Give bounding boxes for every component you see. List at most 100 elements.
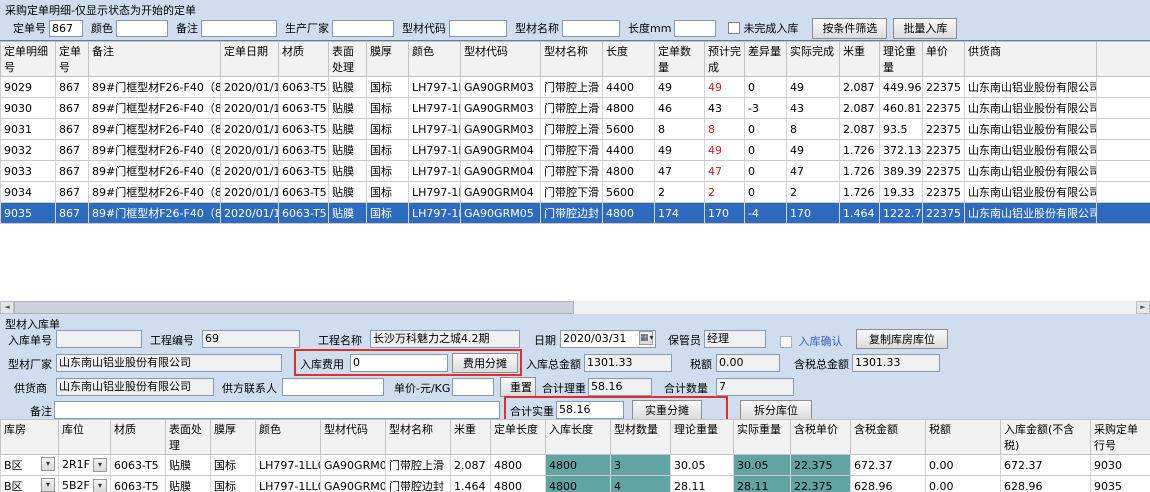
order-col-header[interactable]: 理论重量 bbox=[880, 42, 923, 77]
inbound-col-header[interactable]: 采购定单行号 bbox=[1091, 420, 1150, 455]
inbound-col-header[interactable]: 含税金额 bbox=[851, 420, 926, 455]
order-col-header[interactable]: 定单明细号 bbox=[1, 42, 56, 77]
form-field-note[interactable] bbox=[54, 401, 500, 419]
inbound-col-header[interactable]: 税额 bbox=[926, 420, 1001, 455]
order-col-header[interactable]: 型材名称 bbox=[541, 42, 603, 77]
filter-by-condition-button[interactable]: 按条件筛选 bbox=[812, 18, 887, 39]
inbound-col-header[interactable]: 膜厚 bbox=[211, 420, 256, 455]
cell: 47 bbox=[705, 161, 745, 182]
filter-input-profile_name[interactable] bbox=[562, 20, 620, 37]
cell: 山东南山铝业股份有限公司 bbox=[965, 119, 1097, 140]
order-col-header[interactable]: 供货商 bbox=[965, 42, 1097, 77]
cell[interactable]: ▾B区 bbox=[1, 455, 59, 476]
cell[interactable]: ▾5B2F bbox=[59, 476, 111, 492]
filter-input-length[interactable] bbox=[674, 20, 716, 37]
order-row-9035[interactable]: 903586789#门框型材F26-F40（866+867）2020/01/13… bbox=[1, 203, 1150, 224]
warehouse-dropdown-icon[interactable]: ▾ bbox=[41, 457, 55, 471]
order-col-header[interactable]: 型材代码 bbox=[461, 42, 541, 77]
inbound-row-9030[interactable]: ▾B区▾2R1F6063-T5贴膜国标LH797-1LL0GA90GRM03门带… bbox=[1, 455, 1150, 476]
inbound-col-header[interactable]: 入库金额(不含税) bbox=[1001, 420, 1091, 455]
inbound-col-header[interactable]: 型材名称 bbox=[386, 420, 451, 455]
order-col-header[interactable]: 备注 bbox=[89, 42, 221, 77]
filter-input-profile_code[interactable] bbox=[449, 20, 507, 37]
split-button[interactable]: 拆分库位 bbox=[740, 400, 812, 420]
order-row-9032[interactable]: 903286789#门框型材F26-F40（866+867）2020/01/13… bbox=[1, 140, 1150, 161]
cell: 89#门框型材F26-F40（866+867） bbox=[89, 119, 221, 140]
form-field-supplier[interactable]: 山东南山铝业股份有限公司 bbox=[56, 378, 214, 396]
form-field-project_name[interactable]: 长沙万科魅力之城4.2期 bbox=[370, 330, 520, 348]
filter-input-remark[interactable] bbox=[201, 20, 277, 37]
order-row-9034[interactable]: 903486789#门框型材F26-F40（866+867）2020/01/13… bbox=[1, 182, 1150, 203]
reset-button[interactable]: 重置 bbox=[500, 377, 536, 397]
unfinished-checkbox[interactable] bbox=[728, 22, 740, 34]
inbound-col-header[interactable]: 库位 bbox=[59, 420, 111, 455]
scroll-right-icon[interactable]: ► bbox=[1136, 301, 1150, 314]
order-col-header[interactable]: 长度 bbox=[603, 42, 655, 77]
horizontal-scrollbar[interactable]: ◄ ► bbox=[0, 301, 1150, 314]
order-col-header[interactable]: 颜色 bbox=[409, 42, 461, 77]
order-row-9029[interactable]: 902986789#门框型材F26-F40（866+867）2020/01/13… bbox=[1, 77, 1150, 98]
scroll-left-icon[interactable]: ◄ bbox=[0, 301, 14, 314]
cell: 867 bbox=[56, 182, 89, 203]
scrollbar-thumb[interactable] bbox=[14, 301, 574, 314]
filter-input-color[interactable] bbox=[116, 20, 168, 37]
order-col-header[interactable]: 差异量 bbox=[745, 42, 787, 77]
form-field-unit_price[interactable] bbox=[452, 378, 494, 396]
order-row-9030[interactable]: 903086789#门框型材F26-F40（866+867）2020/01/13… bbox=[1, 98, 1150, 119]
batch-inbound-button[interactable]: 批量入库 bbox=[893, 18, 957, 39]
inbound-col-header[interactable]: 材质 bbox=[111, 420, 166, 455]
form-field-total_amount[interactable]: 1301.33 bbox=[584, 354, 672, 372]
filter-input-manufacturer[interactable] bbox=[332, 20, 394, 37]
form-field-date[interactable]: ▦▾2020/03/31 bbox=[560, 330, 656, 348]
inbound-col-header[interactable]: 颜色 bbox=[256, 420, 321, 455]
form-field-total_with_tax[interactable]: 1301.33 bbox=[852, 354, 940, 372]
form-field-keeper[interactable]: 经理 bbox=[704, 330, 766, 348]
form-field-total_theory[interactable]: 58.16 bbox=[588, 378, 652, 396]
inbound-col-header[interactable]: 实际重量 bbox=[734, 420, 791, 455]
order-col-header[interactable]: 材质 bbox=[279, 42, 329, 77]
filter-input-order_no[interactable] bbox=[49, 20, 83, 37]
inbound-row-9035[interactable]: ▾B区▾5B2F6063-T5贴膜国标LH797-1LL0GA90GRM05门带… bbox=[1, 476, 1150, 492]
order-col-header[interactable]: 单价 bbox=[923, 42, 965, 77]
location-dropdown-icon[interactable]: ▾ bbox=[93, 458, 107, 472]
form-field-project_no[interactable]: 69 bbox=[202, 330, 300, 348]
inbound-col-header[interactable]: 表面处理 bbox=[166, 420, 211, 455]
form-field-contact[interactable] bbox=[282, 378, 384, 396]
cell[interactable]: ▾2R1F bbox=[59, 455, 111, 476]
order-col-header[interactable]: 定单数量 bbox=[655, 42, 705, 77]
inbound-col-header[interactable]: 库房 bbox=[1, 420, 59, 455]
form-field-total_actual[interactable]: 58.16 bbox=[556, 401, 624, 419]
order-col-header[interactable]: 米重 bbox=[840, 42, 880, 77]
inbound-col-header[interactable]: 理论重量 bbox=[671, 420, 734, 455]
inbound-col-header[interactable]: 入库长度 bbox=[546, 420, 611, 455]
form-field-total_qty[interactable]: 7 bbox=[716, 378, 794, 396]
inbound-col-header[interactable]: 米重 bbox=[451, 420, 491, 455]
inbound-confirm-checkbox[interactable] bbox=[780, 336, 792, 348]
order-col-header[interactable] bbox=[1097, 42, 1150, 77]
form-field-fee[interactable]: 0 bbox=[350, 354, 448, 372]
order-col-header[interactable]: 定单号 bbox=[56, 42, 89, 77]
inbound-col-header[interactable]: 定单长度 bbox=[491, 420, 546, 455]
form-field-tax[interactable]: 0.00 bbox=[716, 354, 780, 372]
order-row-9031[interactable]: 903186789#门框型材F26-F40（866+867）2020/01/13… bbox=[1, 119, 1150, 140]
order-col-header[interactable]: 实际完成 bbox=[787, 42, 840, 77]
form-field-factory[interactable]: 山东南山铝业股份有限公司 bbox=[56, 354, 282, 372]
inbound-col-header[interactable]: 型材数量 bbox=[611, 420, 671, 455]
cell: 1.726 bbox=[840, 182, 880, 203]
order-row-9033[interactable]: 903386789#门框型材F26-F40（866+867）2020/01/13… bbox=[1, 161, 1150, 182]
order-col-header[interactable]: 预计完成 bbox=[705, 42, 745, 77]
fee-share-button[interactable]: 费用分摊 bbox=[452, 353, 518, 373]
cell[interactable]: ▾B区 bbox=[1, 476, 59, 492]
inbound-col-header[interactable]: 含税单价 bbox=[791, 420, 851, 455]
order-col-header[interactable]: 定单日期 bbox=[221, 42, 279, 77]
form-field-order_no[interactable] bbox=[56, 330, 142, 348]
copy-button[interactable]: 复制库房库位 bbox=[856, 329, 948, 349]
warehouse-dropdown-icon[interactable]: ▾ bbox=[41, 478, 55, 492]
inbound-col-header[interactable]: 型材代码 bbox=[321, 420, 386, 455]
order-col-header[interactable]: 表面处理 bbox=[329, 42, 367, 77]
date-picker-button[interactable]: ▦▾ bbox=[639, 331, 653, 345]
weight-share-button[interactable]: 实重分摊 bbox=[632, 400, 702, 420]
order-col-header[interactable]: 膜厚 bbox=[367, 42, 409, 77]
cell: 山东南山铝业股份有限公司 bbox=[965, 140, 1097, 161]
location-dropdown-icon[interactable]: ▾ bbox=[93, 479, 107, 492]
